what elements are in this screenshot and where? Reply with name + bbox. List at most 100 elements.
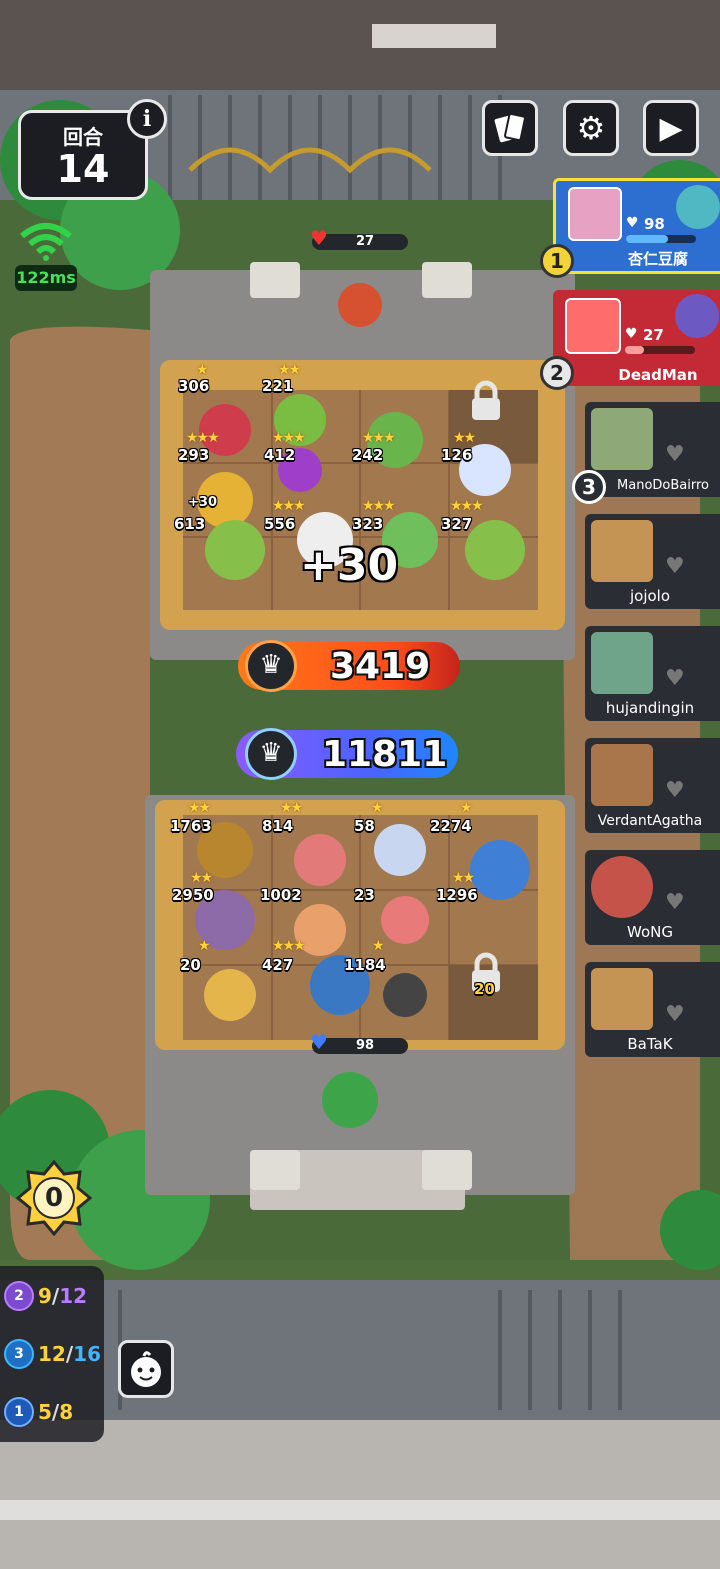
gear-icon: ⚙ — [576, 109, 606, 147]
tier-max: 12 — [59, 1284, 88, 1308]
unit-power: 2274 — [430, 817, 472, 835]
wifi-icon — [20, 223, 72, 261]
unit-stars: ★★★ — [272, 498, 306, 514]
player-avatar — [591, 968, 653, 1030]
unit-power: 1184 — [344, 956, 386, 974]
info-button[interactable]: i — [127, 99, 167, 139]
player-hp: 27 — [643, 326, 664, 344]
enemy-hp: 27 — [356, 234, 375, 249]
player-avatar — [565, 298, 621, 354]
unit-stars: ★ — [460, 800, 472, 816]
player-name: jojolo — [629, 587, 671, 605]
unit-stars: ★★ — [452, 870, 475, 886]
unit-power: 293 — [178, 446, 210, 464]
tier-row: 1 5 / 8 — [4, 1394, 73, 1430]
broken-heart-icon: ♥ — [665, 442, 685, 467]
unit-stars: ★★ — [453, 430, 476, 446]
cards-icon — [494, 112, 526, 143]
unit-power: 20 — [180, 956, 201, 974]
rank-badge: 3 — [572, 470, 606, 504]
play-icon: ▶ — [659, 110, 683, 146]
unit-power: 2950 — [172, 886, 214, 904]
unit-power: 613 — [174, 515, 206, 533]
player-avatar — [591, 520, 653, 582]
unit-stars: ★★ — [190, 870, 213, 886]
player-card-6[interactable]: ♥ VerdantAgatha — [585, 738, 720, 833]
unit-stars: ★★ — [188, 800, 211, 816]
player-name: 杏仁豆腐 — [627, 250, 688, 268]
shield-heart-icon: ♥ — [310, 1030, 328, 1054]
unit-power: 23 — [354, 886, 375, 904]
player-hp-bar: ♥ 98 — [310, 1032, 408, 1054]
cards-button[interactable] — [482, 100, 538, 156]
unit-stars: ★★★ — [186, 430, 220, 446]
unit-stars: ★ — [371, 800, 383, 816]
gold-count: 0 — [44, 1183, 64, 1213]
tier-max: 16 — [73, 1342, 101, 1366]
unit-stars: ★★ — [278, 362, 301, 378]
tier-current: 5 — [38, 1400, 52, 1424]
broken-heart-icon: ♥ — [665, 778, 685, 803]
player-name: ManoDoBairro — [617, 478, 709, 493]
unit-power: 1296 — [436, 886, 478, 904]
tier-row: 2 9 / 12 — [4, 1278, 87, 1314]
tier-panel: 2 9 / 12 3 12 / 16 1 5 / 8 — [0, 1266, 104, 1442]
unit-stars: ★★★ — [362, 430, 396, 446]
unit-stars: ★★★ — [272, 430, 306, 446]
player-card-2[interactable]: ♥ 27 DeadMan — [553, 290, 720, 386]
player-card-4[interactable]: ♥ jojolo — [585, 514, 720, 609]
unit-power: 412 — [264, 446, 296, 464]
player-card-5[interactable]: ♥ hujandingin — [585, 626, 720, 721]
unit-power: 323 — [352, 515, 384, 533]
player-name: BaTaK — [627, 1035, 673, 1053]
player-card-1[interactable]: ♥ 98 杏仁豆腐 — [553, 178, 720, 274]
enemy-hp-bar: ♥ 27 — [310, 228, 408, 250]
player-character — [676, 185, 720, 229]
player-card-7[interactable]: ♥ WoNG — [585, 850, 720, 945]
broken-heart-icon: ♥ — [665, 554, 685, 579]
unit-bonus: +30 — [188, 495, 217, 510]
player-name: WoNG — [627, 923, 673, 941]
tier-icon: 2 — [4, 1281, 34, 1311]
unit-power: 242 — [352, 446, 384, 464]
unit-stars: ★★★ — [362, 498, 396, 514]
player-avatar — [591, 856, 653, 918]
unit-power: 58 — [354, 817, 375, 835]
tier-max: 8 — [59, 1400, 74, 1424]
rank-badge: 2 — [540, 356, 574, 390]
info-icon: i — [142, 106, 152, 132]
unit-stars: ★ — [198, 938, 210, 954]
lock-icon — [472, 380, 500, 420]
unit-power: 221 — [262, 377, 294, 395]
unit-power: 1002 — [260, 886, 302, 904]
enemy-total-power: 3419 — [330, 646, 431, 687]
emote-button[interactable] — [118, 1340, 174, 1398]
player-character — [675, 294, 719, 338]
bonus-popup: +30 — [300, 540, 399, 591]
broken-heart-icon: ♥ — [665, 890, 685, 915]
rank-badge: 1 — [540, 244, 574, 278]
unit-power: 306 — [178, 377, 210, 395]
player-name: VerdantAgatha — [597, 813, 703, 829]
player-name: DeadMan — [618, 366, 698, 384]
player-avatar — [591, 632, 653, 694]
next-button[interactable]: ▶ — [643, 100, 699, 156]
unit-power: 556 — [264, 515, 296, 533]
unit-power: 126 — [441, 446, 473, 464]
unit-power: 427 — [262, 956, 294, 974]
broken-heart-icon: ♥ — [665, 666, 685, 691]
unit-stars: ★★ — [280, 800, 303, 816]
heart-icon: ♥ — [310, 226, 328, 250]
tier-current: 9 — [38, 1284, 52, 1308]
unit-power: 814 — [262, 817, 294, 835]
player-card-8[interactable]: ♥ BaTaK — [585, 962, 720, 1057]
unit-stars: ★ — [196, 362, 208, 378]
settings-button[interactable]: ⚙ — [563, 100, 619, 156]
lock-level: 20 — [474, 980, 495, 998]
player-avatar — [591, 744, 653, 806]
heart-icon: ♥ — [625, 326, 638, 342]
unit-stars: ★★★ — [272, 938, 306, 954]
player-avatar — [568, 187, 622, 241]
crown-icon: ♛ — [245, 728, 297, 780]
unit-power: 1763 — [170, 817, 212, 835]
